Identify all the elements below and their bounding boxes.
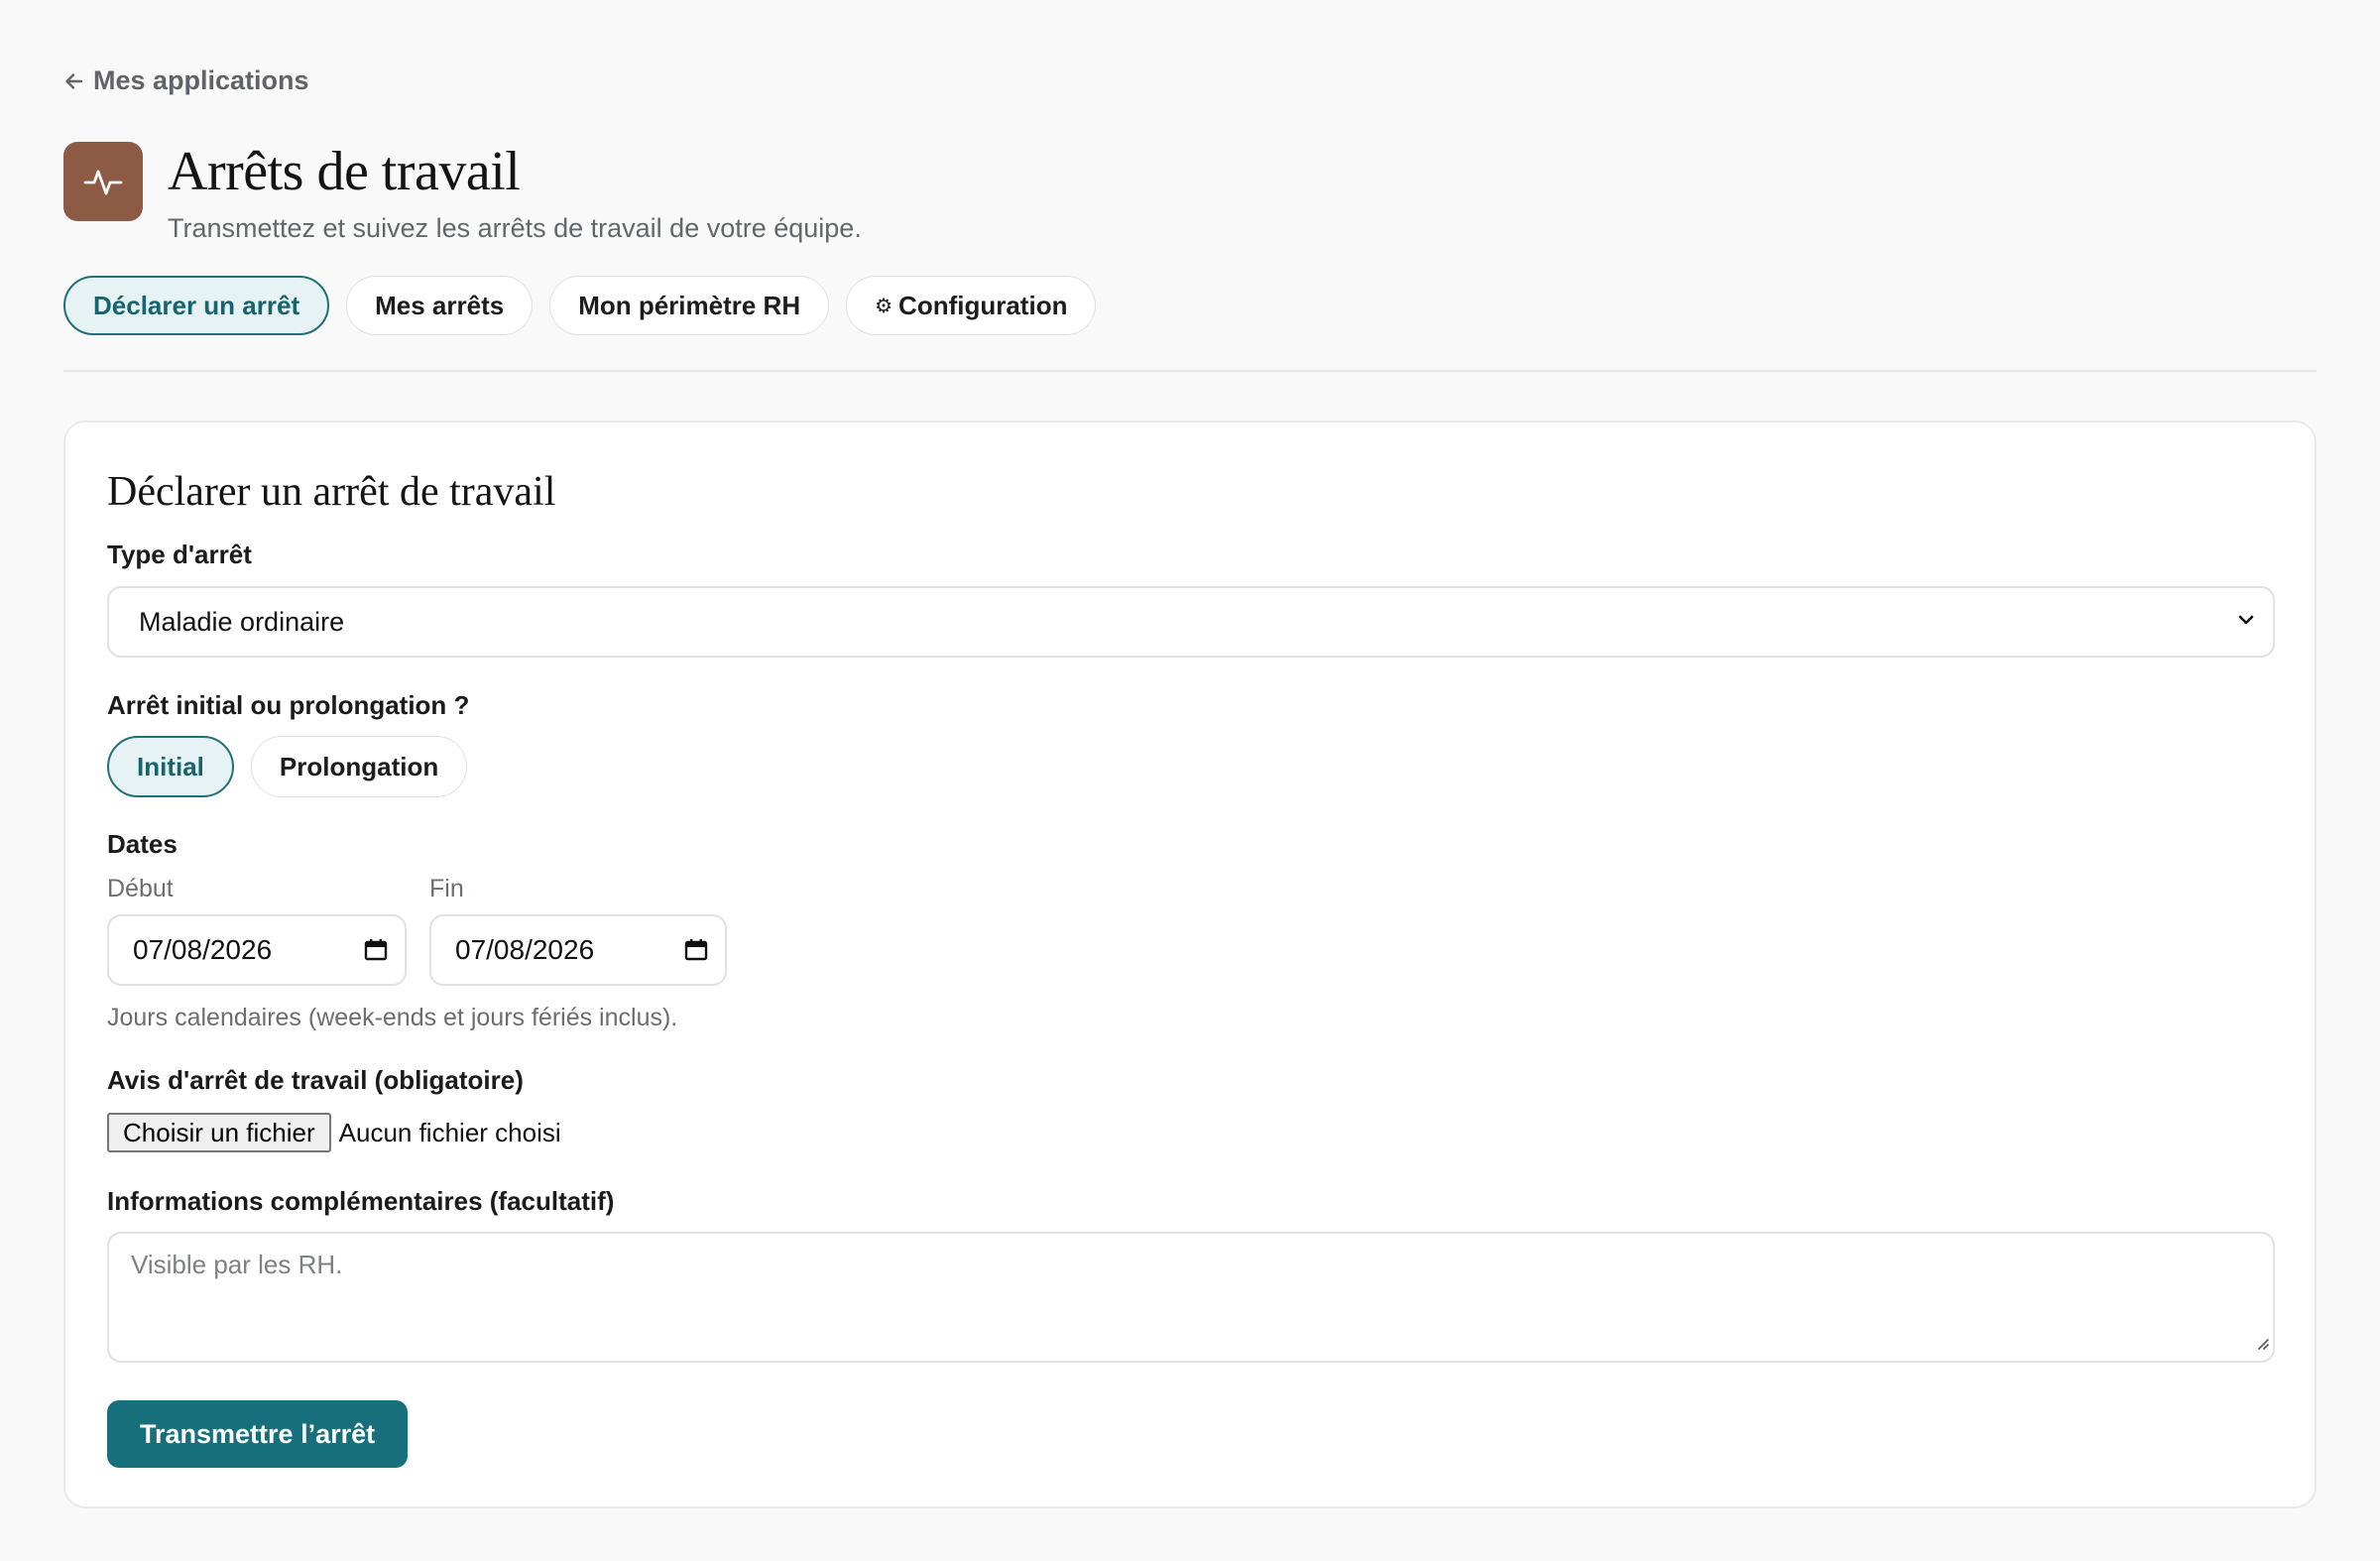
calendar-icon[interactable]	[683, 937, 709, 963]
type-label: Type d'arrêt	[107, 540, 252, 569]
kind-toggle-group: Initial Prolongation	[107, 736, 468, 797]
attachment-label: Avis d'arrêt de travail (obligatoire)	[107, 1065, 524, 1095]
app-header: Arrêts de travail Transmettez et suivez …	[63, 142, 862, 244]
notes-placeholder: Visible par les RH.	[131, 1250, 343, 1279]
kind-option-prolongation[interactable]: Prolongation	[250, 736, 468, 797]
back-to-applications-link[interactable]: Mes applications	[63, 65, 309, 96]
tab-configuration[interactable]: ⚙ Configuration	[846, 276, 1097, 335]
option-label: Prolongation	[279, 751, 439, 781]
start-date-input[interactable]: 07/08/2026	[107, 914, 407, 986]
file-status: Aucun fichier choisi	[338, 1117, 561, 1147]
tab-label: Mes arrêts	[375, 290, 505, 320]
tab-bar: Déclarer un arrêt Mes arrêts Mon périmèt…	[63, 276, 1097, 335]
back-link-label: Mes applications	[93, 65, 309, 95]
chevron-down-icon	[2235, 607, 2257, 638]
kind-label: Arrêt initial ou prolongation ?	[107, 690, 470, 720]
submit-button[interactable]: Transmettre l’arrêt	[107, 1400, 409, 1468]
tab-mes-arrets[interactable]: Mes arrêts	[346, 276, 534, 335]
tab-declarer-un-arret[interactable]: Déclarer un arrêt	[63, 276, 330, 335]
dates-label: Dates	[107, 829, 178, 859]
dates-hint: Jours calendaires (week-ends et jours fé…	[107, 1004, 678, 1031]
form-title: Déclarer un arrêt de travail	[107, 469, 556, 515]
activity-pulse-icon	[63, 142, 143, 221]
start-date-label: Début	[107, 875, 174, 902]
notes-label: Informations complémentaires (facultatif…	[107, 1186, 615, 1216]
tab-label: Configuration	[898, 290, 1068, 320]
end-date-value: 07/08/2026	[455, 934, 595, 965]
end-date-label: Fin	[429, 875, 464, 902]
type-select-value: Maladie ordinaire	[139, 606, 345, 637]
page-subtitle: Transmettez et suivez les arrêts de trav…	[168, 213, 862, 243]
attachment-file-input: Choisir un fichier Aucun fichier choisi	[107, 1113, 561, 1152]
calendar-icon[interactable]	[363, 937, 389, 963]
gear-icon: ⚙	[875, 295, 893, 317]
resize-handle-icon[interactable]	[2254, 1327, 2270, 1358]
notes-textarea[interactable]: Visible par les RH.	[107, 1232, 2275, 1363]
kind-option-initial[interactable]: Initial	[107, 736, 234, 797]
end-date-input[interactable]: 07/08/2026	[429, 914, 727, 986]
header-divider	[63, 370, 2317, 372]
tab-label: Déclarer un arrêt	[93, 290, 300, 320]
arrow-left-icon	[63, 70, 85, 92]
start-date-value: 07/08/2026	[133, 934, 273, 965]
app-titles: Arrêts de travail Transmettez et suivez …	[168, 142, 862, 244]
tab-label: Mon périmètre RH	[578, 290, 801, 320]
declaration-form-card: Déclarer un arrêt de travail Type d'arrê…	[63, 420, 2317, 1508]
type-select[interactable]: Maladie ordinaire	[107, 586, 2275, 658]
option-label: Initial	[137, 751, 204, 781]
tab-mon-perimetre-rh[interactable]: Mon périmètre RH	[549, 276, 830, 335]
page-title: Arrêts de travail	[168, 141, 521, 202]
choose-file-button[interactable]: Choisir un fichier	[107, 1113, 331, 1152]
